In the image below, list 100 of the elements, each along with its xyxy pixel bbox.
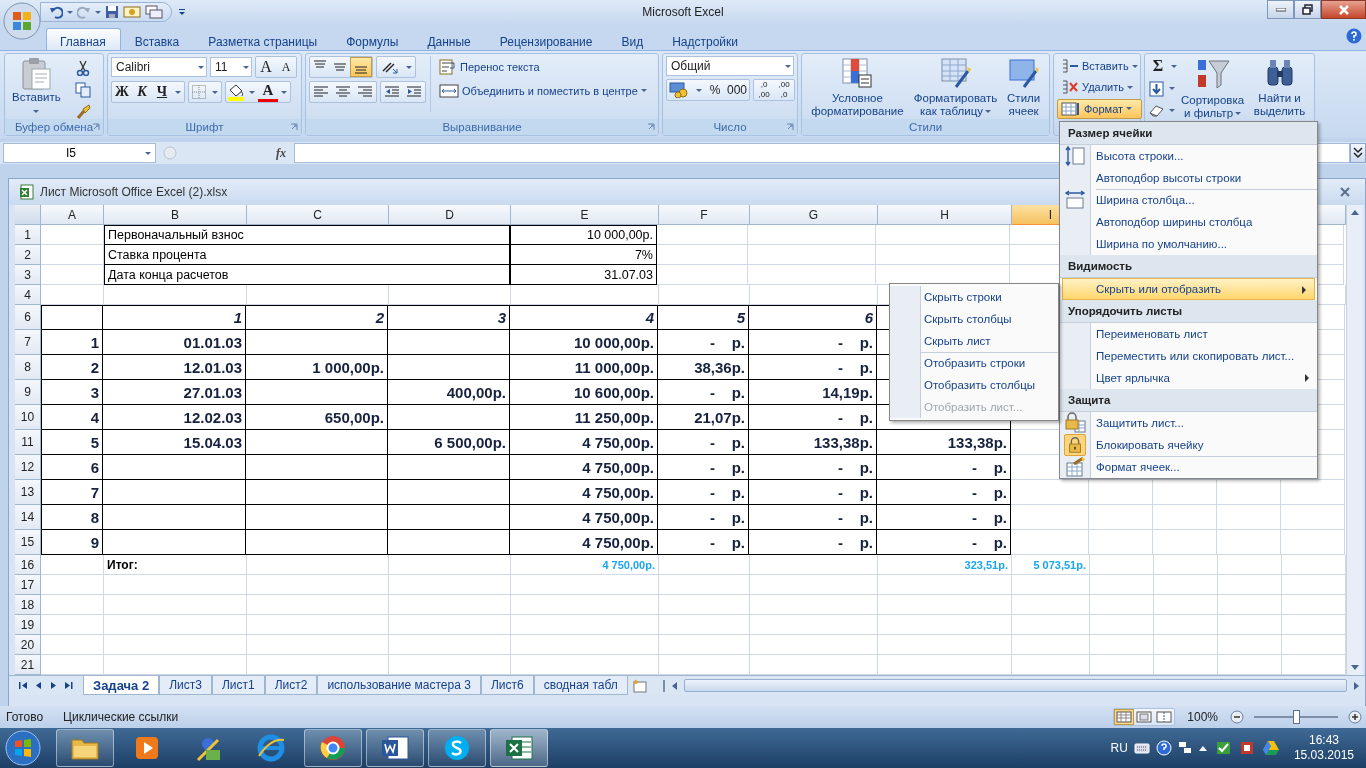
- italic-button[interactable]: К: [132, 82, 152, 102]
- row-header[interactable]: 17: [15, 575, 41, 595]
- caret-icon[interactable]: [175, 91, 181, 94]
- paste-button[interactable]: Вставить: [8, 56, 65, 119]
- column-header[interactable]: H: [878, 205, 1012, 225]
- menu-item[interactable]: Ширина столбца...: [1060, 189, 1317, 211]
- show-hidden-icon[interactable]: [1197, 744, 1208, 752]
- row-header[interactable]: 2: [15, 245, 41, 265]
- splitter-icon[interactable]: [661, 679, 666, 692]
- column-header[interactable]: F: [659, 205, 750, 225]
- copy-icon[interactable]: [74, 82, 91, 98]
- zoom-out-icon[interactable]: [1230, 710, 1244, 724]
- shrink-font-button[interactable]: A: [276, 57, 296, 77]
- column-header[interactable]: E: [511, 205, 659, 225]
- align-left-icon[interactable]: [313, 85, 329, 99]
- ribbon-tab[interactable]: Главная: [46, 28, 121, 50]
- previous-sheet-icon[interactable]: [34, 681, 43, 690]
- caret-icon[interactable]: [696, 89, 702, 92]
- styles-button[interactable]: Форматировать как таблицу: [909, 56, 1002, 119]
- last-sheet-icon[interactable]: [64, 681, 73, 690]
- fill-down-icon[interactable]: [1148, 80, 1166, 97]
- caret-icon[interactable]: [1171, 64, 1177, 68]
- percent-button[interactable]: %: [705, 80, 725, 100]
- language-indicator[interactable]: RU: [1110, 741, 1128, 755]
- column-header[interactable]: A: [41, 205, 104, 225]
- sheet-tab[interactable]: Лист1: [211, 676, 265, 695]
- wrap-text-button[interactable]: Перенос текста: [435, 56, 651, 77]
- vertical-align-button[interactable]: [350, 57, 372, 77]
- name-box[interactable]: I5: [3, 143, 156, 163]
- ribbon-tab[interactable]: Вставка: [120, 28, 195, 50]
- row-header[interactable]: 13: [15, 480, 41, 505]
- text-angle-icon[interactable]: [380, 60, 400, 74]
- dialog-launcher-icon[interactable]: [290, 123, 298, 131]
- row-header[interactable]: 12: [15, 455, 41, 480]
- ribbon-tab[interactable]: Вид: [607, 28, 659, 50]
- fill-color-icon[interactable]: [227, 83, 245, 101]
- sheet-tab[interactable]: использование мастера 3: [317, 676, 481, 695]
- taskbar-app-button[interactable]: [490, 729, 548, 767]
- sheet-tab[interactable]: Лист3: [159, 676, 212, 695]
- column-header[interactable]: B: [104, 205, 247, 225]
- column-header[interactable]: G: [750, 205, 878, 225]
- menu-item[interactable]: Отобразить строки: [890, 352, 1058, 374]
- caret-icon[interactable]: [1169, 87, 1175, 91]
- sheet-tab[interactable]: Лист6: [480, 676, 534, 695]
- taskbar-app-button[interactable]: [428, 729, 486, 767]
- cells-delete-button[interactable]: Удалить: [1057, 77, 1142, 98]
- merge-button[interactable]: Объединить и поместить в центре: [435, 80, 651, 101]
- customize-icon[interactable]: [178, 7, 186, 17]
- scissors-icon[interactable]: [74, 60, 91, 76]
- align-right-icon[interactable]: [357, 85, 373, 99]
- ribbon-tab[interactable]: Рецензирование: [485, 28, 608, 50]
- column-header[interactable]: C: [247, 205, 389, 225]
- taskbar-app-button[interactable]: [56, 729, 114, 767]
- expand-button[interactable]: [1350, 143, 1366, 163]
- row-header[interactable]: 8: [15, 355, 41, 380]
- restore-button[interactable]: [1294, 0, 1321, 19]
- taskbar-app-button[interactable]: [366, 729, 424, 767]
- menu-item[interactable]: Скрыть или отобразить: [1062, 278, 1315, 300]
- clock-time[interactable]: 16:43: [1308, 733, 1339, 748]
- save-icon[interactable]: [105, 5, 119, 19]
- row-header[interactable]: 11: [15, 430, 41, 455]
- caret-icon[interactable]: [67, 10, 73, 14]
- font-name-field[interactable]: Calibri: [111, 57, 207, 77]
- align-center-icon[interactable]: [335, 85, 351, 99]
- grow-font-button[interactable]: A: [256, 57, 276, 77]
- row-header[interactable]: 3: [15, 265, 41, 285]
- row-header[interactable]: 10: [15, 405, 41, 430]
- caret-icon[interactable]: [281, 91, 287, 94]
- row-header[interactable]: 20: [15, 635, 41, 655]
- row-header[interactable]: 4: [15, 285, 41, 305]
- row-header[interactable]: 15: [15, 530, 41, 555]
- sum-button[interactable]: Σ: [1148, 56, 1168, 76]
- caret-icon[interactable]: [243, 65, 249, 69]
- cells-insert-button[interactable]: Вставить: [1057, 56, 1142, 77]
- view-button[interactable]: [1114, 709, 1135, 725]
- sort-filter-button[interactable]: Сортировка и фильтр: [1177, 56, 1249, 119]
- decrease-decimal-button[interactable]: ,00 ,0: [774, 80, 795, 100]
- brush-icon[interactable]: [74, 104, 91, 120]
- first-sheet-icon[interactable]: [19, 681, 28, 690]
- next-sheet-icon[interactable]: [49, 681, 58, 690]
- view-button[interactable]: [1134, 709, 1155, 725]
- row-header[interactable]: 16: [15, 555, 41, 575]
- sheet-tab[interactable]: Лист2: [264, 676, 318, 695]
- font-size-field[interactable]: 11: [210, 57, 252, 77]
- styles-button[interactable]: Стили ячеек: [1001, 56, 1046, 119]
- thousands-button[interactable]: 000: [725, 80, 750, 100]
- row-header[interactable]: 1: [15, 225, 41, 245]
- money-icon[interactable]: [669, 82, 691, 98]
- dialog-launcher-icon[interactable]: [786, 123, 794, 131]
- undo-icon[interactable]: [49, 5, 63, 19]
- increase-decimal-button[interactable]: ,0 ,00: [754, 80, 775, 100]
- ribbon-tab[interactable]: Надстройки: [658, 28, 753, 50]
- windows-icon[interactable]: [145, 5, 163, 19]
- slider-thumb[interactable]: [1293, 710, 1300, 724]
- caret-icon[interactable]: [145, 151, 151, 155]
- network-icon[interactable]: [1177, 741, 1192, 755]
- caret-icon[interactable]: [1169, 108, 1175, 112]
- dialog-launcher-icon[interactable]: [92, 123, 100, 131]
- eraser-icon[interactable]: [1148, 103, 1166, 118]
- row-header[interactable]: 7: [15, 330, 41, 355]
